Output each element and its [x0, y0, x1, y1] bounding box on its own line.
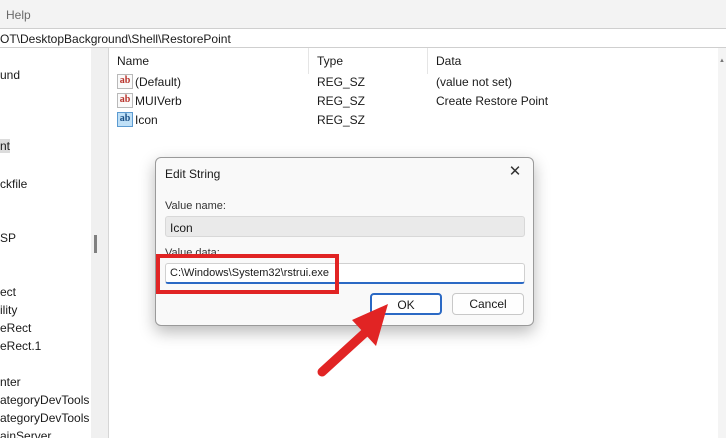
- string-value-icon: ab: [117, 112, 133, 127]
- cancel-button[interactable]: Cancel: [452, 293, 524, 315]
- value-type: REG_SZ: [317, 75, 366, 89]
- scroll-up-arrow-icon[interactable]: ▲: [718, 58, 726, 64]
- value-name-label: Value name:: [165, 200, 226, 212]
- tree-item[interactable]: ckfile: [0, 177, 27, 191]
- dialog-title: Edit String: [165, 167, 221, 181]
- key-tree: und nt ckfile SP ect ility eRect eRect.1…: [0, 48, 91, 438]
- table-row[interactable]: ab MUIVerb REG_SZ Create Restore Point: [109, 92, 718, 111]
- pane-splitter[interactable]: [91, 48, 109, 438]
- column-label: Name: [117, 54, 150, 68]
- tree-item[interactable]: und: [0, 68, 20, 82]
- tree-item[interactable]: eRect.1: [0, 339, 41, 353]
- tree-item-selected[interactable]: nt: [0, 139, 11, 153]
- column-header-data[interactable]: Data: [428, 48, 718, 74]
- column-label: Type: [317, 54, 344, 68]
- help-menu[interactable]: Help: [6, 8, 31, 22]
- value-name: Icon: [135, 113, 158, 127]
- tree-item[interactable]: eRect: [0, 321, 31, 335]
- tree-item[interactable]: ategoryDevTools: [0, 411, 89, 425]
- value-type: REG_SZ: [317, 113, 366, 127]
- column-header-name[interactable]: Name: [109, 48, 309, 74]
- close-icon[interactable]: ✕: [507, 164, 523, 180]
- string-value-icon: ab: [117, 74, 133, 89]
- tree-item[interactable]: ategoryDevTools: [0, 393, 89, 407]
- string-value-icon: ab: [117, 93, 133, 108]
- tree-item[interactable]: ect: [0, 285, 16, 299]
- vertical-scrollbar[interactable]: ▲: [718, 48, 726, 438]
- tree-item[interactable]: nter: [0, 375, 21, 389]
- address-path: OT\DesktopBackground\Shell\RestorePoint: [0, 32, 231, 46]
- value-name-text: Icon: [170, 221, 193, 235]
- pointer-arrow-icon: [317, 304, 388, 377]
- table-row[interactable]: ab (Default) REG_SZ (value not set): [109, 73, 718, 92]
- address-bar[interactable]: OT\DesktopBackground\Shell\RestorePoint: [0, 28, 726, 48]
- tree-item[interactable]: ility: [0, 303, 17, 317]
- value-type: REG_SZ: [317, 94, 366, 108]
- tree-item[interactable]: SP: [0, 231, 16, 245]
- value-name: MUIVerb: [135, 94, 182, 108]
- tree-item[interactable]: ainServer: [0, 429, 51, 438]
- value-data: Create Restore Point: [436, 94, 549, 108]
- splitter-grip[interactable]: [94, 235, 97, 253]
- menu-bar: Help: [0, 0, 726, 28]
- value-name: (Default): [135, 75, 182, 89]
- highlight-box: [156, 254, 339, 294]
- value-data: (value not set): [436, 75, 513, 89]
- column-label: Data: [436, 54, 462, 68]
- table-row-selected[interactable]: ab Icon REG_SZ: [109, 111, 718, 130]
- value-name-field: Icon: [165, 216, 525, 237]
- column-header-type[interactable]: Type: [309, 48, 428, 74]
